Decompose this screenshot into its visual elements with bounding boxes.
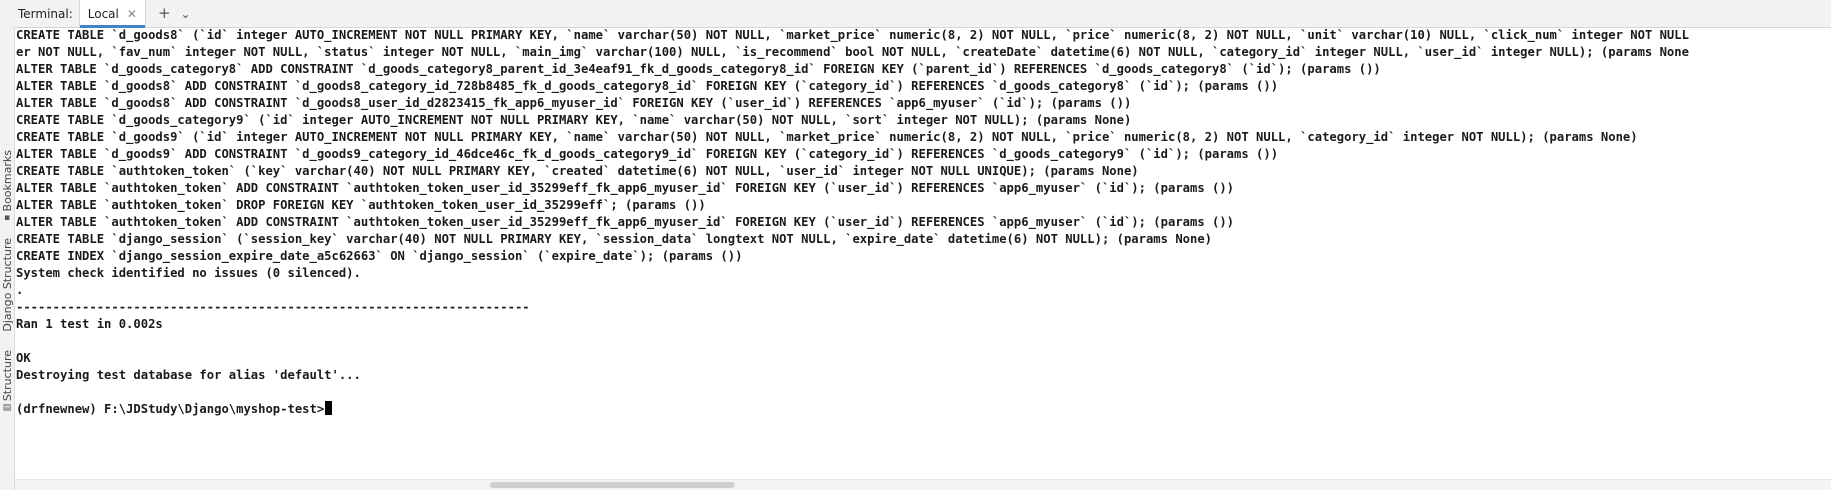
terminal-tab-bar: Terminal: Local ✕ + ⌄ — [14, 0, 1831, 28]
bookmarks-label: Bookmarks — [0, 150, 14, 212]
structure-icon: ▤ — [2, 403, 12, 414]
django-structure-label: Django Structure — [0, 238, 14, 332]
terminal-lines: CREATE TABLE `d_goods8` (`id` integer AU… — [15, 27, 1831, 401]
bookmark-icon: ▪ — [3, 213, 11, 224]
terminal-line: ALTER TABLE `d_goods8` ADD CONSTRAINT `d… — [16, 96, 1132, 110]
terminal-line: ALTER TABLE `d_goods9` ADD CONSTRAINT `d… — [16, 147, 1279, 161]
terminal-prompt-line[interactable]: (drfnewnew) F:\JDStudy\Django\myshop-tes… — [15, 401, 1831, 418]
terminal-line: Destroying test database for alias 'defa… — [16, 368, 361, 382]
structure-tool-button[interactable]: Structure ▤ — [0, 350, 14, 413]
terminal-line: OK — [16, 351, 31, 365]
terminal-line: CREATE INDEX `django_session_expire_date… — [16, 249, 743, 263]
text-cursor — [325, 401, 333, 415]
terminal-line: ALTER TABLE `d_goods_category8` ADD CONS… — [16, 62, 1381, 76]
terminal-line: CREATE TABLE `d_goods_category9` (`id` i… — [16, 113, 1132, 127]
close-icon[interactable]: ✕ — [127, 7, 137, 21]
terminal-line: Ran 1 test in 0.002s — [16, 317, 163, 331]
side-tool-strip: Bookmarks ▪ Django Structure Structure ▤ — [0, 0, 15, 490]
horizontal-scrollbar-thumb[interactable] — [490, 482, 735, 488]
terminal-prompt: (drfnewnew) F:\JDStudy\Django\myshop-tes… — [16, 402, 325, 416]
terminal-line: CREATE TABLE `django_session` (`session_… — [16, 232, 1213, 246]
terminal-line: CREATE TABLE `d_goods9` (`id` integer AU… — [16, 130, 1638, 144]
horizontal-scrollbar[interactable] — [15, 479, 1831, 490]
terminal-line: ----------------------------------------… — [16, 300, 530, 314]
tab-local-label: Local — [87, 6, 119, 21]
terminal-output[interactable]: CREATE TABLE `d_goods8` (`id` integer AU… — [15, 27, 1831, 480]
new-tab-icon[interactable]: + — [158, 6, 171, 21]
django-structure-tool-button[interactable]: Django Structure — [0, 238, 14, 332]
terminal-title: Terminal: — [18, 6, 73, 21]
structure-label: Structure — [0, 350, 14, 402]
terminal-line: ALTER TABLE `d_goods8` ADD CONSTRAINT `d… — [16, 79, 1279, 93]
terminal-line: ALTER TABLE `authtoken_token` ADD CONSTR… — [16, 215, 1235, 229]
terminal-line: CREATE TABLE `d_goods8` (`id` integer AU… — [16, 28, 1689, 42]
bookmarks-tool-button[interactable]: Bookmarks ▪ — [0, 150, 14, 223]
terminal-line: ALTER TABLE `authtoken_token` DROP FOREI… — [16, 198, 706, 212]
terminal-line: . — [16, 283, 24, 297]
terminal-line: System check identified no issues (0 sil… — [16, 266, 361, 280]
terminal-line: er NOT NULL, `fav_num` integer NOT NULL,… — [16, 45, 1689, 59]
terminal-line: ALTER TABLE `authtoken_token` ADD CONSTR… — [16, 181, 1235, 195]
chevron-down-icon[interactable]: ⌄ — [181, 8, 191, 20]
tab-local[interactable]: Local ✕ — [78, 0, 146, 28]
terminal-line: CREATE TABLE `authtoken_token` (`key` va… — [16, 164, 1139, 178]
